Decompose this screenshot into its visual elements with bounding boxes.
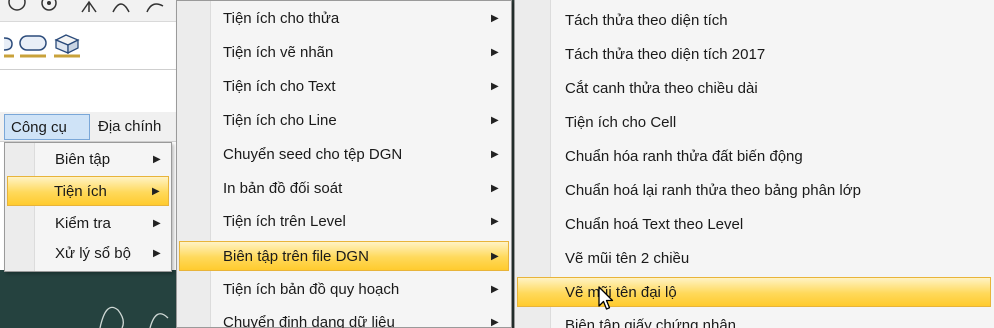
submenu-arrow-icon: ▶	[491, 183, 499, 194]
menu-item-in-ban-do-doi-soat[interactable]: In bản đồ đối soát ▶	[179, 174, 509, 204]
menu-item-label: In bản đồ đối soát	[223, 180, 343, 197]
menu-item-label: Tiện ích cho thửa	[223, 10, 340, 27]
menu-item-label: Tiện ích vẽ nhãn	[223, 44, 334, 61]
menu-item-label: Kiểm tra	[55, 215, 111, 232]
menu-cong-cu: Biên tập ▶ Tiện ích ▶ Kiểm tra ▶ Xử lý s…	[4, 142, 172, 272]
menu-item-label: Biên tập trên file DGN	[223, 248, 369, 265]
menu-item-tien-ich-ban-do-quy-hoach[interactable]: Tiện ích bản đồ quy hoạch ▶	[179, 275, 509, 305]
workspace-area	[0, 70, 176, 112]
drawing-canvas[interactable]	[0, 270, 176, 328]
menu-item-kiem-tra[interactable]: Kiểm tra ▶	[7, 209, 169, 239]
menu-item-tien-ich-cho-thua[interactable]: Tiện ích cho thửa ▶	[179, 4, 509, 34]
menu-item-tien-ich-ve-nhan[interactable]: Tiện ích vẽ nhãn ▶	[179, 38, 509, 68]
menu-item-label: Biên tập	[55, 151, 111, 168]
submenu-arrow-icon: ▶	[491, 251, 499, 262]
submenu-arrow-icon: ▶	[491, 115, 499, 126]
toolbar-top	[0, 0, 176, 22]
menu-item-label: Biên tập giấy chứng nhận	[565, 317, 736, 328]
menu-item-label: Tiện ích bản đồ quy hoạch	[223, 281, 400, 298]
menu-item-bien-tap-tren-file-dgn[interactable]: Biên tập trên file DGN ▶	[179, 241, 509, 271]
box-3d-icon[interactable]	[52, 32, 82, 58]
circle-tool-icon[interactable]	[6, 0, 28, 14]
curve-tool-icon[interactable]	[144, 0, 166, 14]
menu-item-tien-ich-tren-level[interactable]: Tiện ích trên Level ▶	[179, 207, 509, 237]
menu-item-label: Chuyển định dạng dữ liệu	[223, 314, 395, 328]
submenu-arrow-icon: ▶	[491, 149, 499, 160]
menu-item-label: Tách thửa theo diện tích 2017	[565, 46, 766, 63]
menubar-dia-chinh[interactable]: Địa chính	[92, 114, 176, 140]
snap-tool-icon[interactable]	[78, 0, 100, 14]
menu-item-label: Vẽ mũi tên 2 chiều	[565, 250, 690, 267]
rounded-rectangle-icon[interactable]	[18, 32, 48, 58]
submenu-arrow-icon: ▶	[491, 284, 499, 295]
menubar-cong-cu[interactable]: Công cụ	[4, 114, 90, 140]
menu-item-chuan-hoa-ranh-thua-phan-lop[interactable]: Chuẩn hoá lại ranh thửa theo bảng phân l…	[517, 176, 991, 206]
menu-item-bien-tap-giay-chung-nhan[interactable]: Biên tập giấy chứng nhận	[517, 311, 991, 328]
menu-item-chuan-hoa-text-theo-level[interactable]: Chuẩn hoá Text theo Level	[517, 210, 991, 240]
menu-item-label: Chuẩn hoá Text theo Level	[565, 216, 744, 233]
menu-item-label: Tiện ích cho Cell	[565, 114, 677, 131]
menu-item-label: Tiện ích	[54, 183, 107, 200]
menu-item-ve-mui-ten-dai-lo[interactable]: Vẽ mũi tên đại lộ	[517, 277, 991, 307]
menu-item-label: Vẽ mũi tên đại lộ	[565, 284, 677, 301]
menu-item-bien-tap[interactable]: Biên tập ▶	[7, 145, 169, 175]
menubar: Công cụ Địa chính	[0, 112, 176, 142]
menu-item-label: Tiện ích trên Level	[223, 213, 346, 230]
menu-item-label: Tiện ích cho Text	[223, 78, 336, 95]
menu-item-tien-ich-cho-text[interactable]: Tiện ích cho Text ▶	[179, 72, 509, 102]
menu-item-tien-ich[interactable]: Tiện ích ▶	[7, 176, 169, 206]
menu-item-label: Tiện ích cho Line	[223, 112, 337, 129]
menu-item-tien-ich-cho-cell[interactable]: Tiện ích cho Cell	[517, 108, 991, 138]
menu-item-ve-mui-ten-2-chieu[interactable]: Vẽ mũi tên 2 chiều	[517, 244, 991, 274]
menu-bien-tap-tren-file-dgn: Tách thửa theo diện tích Tách thửa theo …	[514, 0, 994, 328]
menu-item-chuyen-dinh-dang-du-lieu[interactable]: Chuyển định dạng dữ liệu ▶	[179, 308, 509, 328]
menu-tien-ich: Tiện ích cho thửa ▶ Tiện ích vẽ nhãn ▶ T…	[176, 0, 512, 328]
arc-tool-icon[interactable]	[110, 0, 132, 14]
menu-item-chuyen-seed[interactable]: Chuyển seed cho tệp DGN ▶	[179, 140, 509, 170]
menu-item-tien-ich-cho-line[interactable]: Tiện ích cho Line ▶	[179, 106, 509, 136]
menu-item-label: Xử lý sổ bộ	[55, 245, 131, 262]
submenu-arrow-icon: ▶	[491, 13, 499, 24]
mouse-cursor-icon	[598, 286, 616, 312]
submenu-arrow-icon: ▶	[153, 248, 161, 259]
toolbar-shapes	[0, 22, 176, 70]
submenu-arrow-icon: ▶	[491, 47, 499, 58]
menu-item-label: Chuẩn hóa ranh thửa đất biến động	[565, 148, 803, 165]
menu-item-label: Tách thửa theo diện tích	[565, 12, 728, 29]
menu-item-label: Cắt canh thửa theo chiều dài	[565, 80, 758, 97]
menu-item-label: Chuẩn hoá lại ranh thửa theo bảng phân l…	[565, 182, 861, 199]
submenu-arrow-icon: ▶	[152, 186, 160, 197]
menu-item-tach-thua-dien-tich-2017[interactable]: Tách thửa theo diện tích 2017	[517, 40, 991, 70]
submenu-arrow-icon: ▶	[491, 216, 499, 227]
target-tool-icon[interactable]	[38, 0, 60, 14]
submenu-arrow-icon: ▶	[153, 218, 161, 229]
submenu-arrow-icon: ▶	[153, 154, 161, 165]
submenu-arrow-icon: ▶	[491, 317, 499, 328]
menu-item-tach-thua-dien-tich[interactable]: Tách thửa theo diện tích	[517, 6, 991, 36]
submenu-arrow-icon: ▶	[491, 81, 499, 92]
menu-item-chuan-hoa-ranh-thua-bien-dong[interactable]: Chuẩn hóa ranh thửa đất biến động	[517, 142, 991, 172]
menu-item-xu-ly-so-bo[interactable]: Xử lý sổ bộ ▶	[7, 239, 169, 269]
menu-item-cat-canh-thua[interactable]: Cắt canh thửa theo chiều dài	[517, 74, 991, 104]
menu-item-label: Chuyển seed cho tệp DGN	[223, 146, 403, 163]
